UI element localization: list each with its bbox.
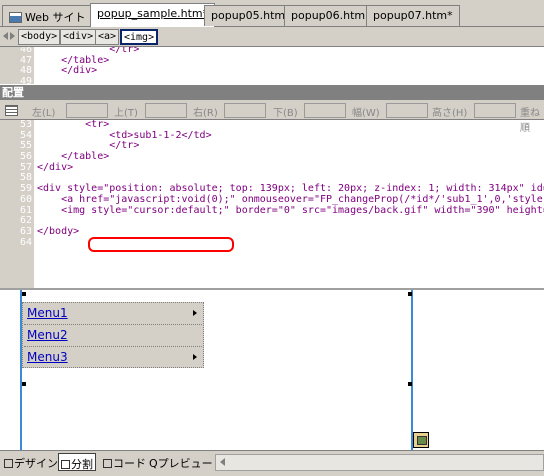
line-number: 64: [19, 236, 32, 248]
tab-popup05[interactable]: popup05.htm: [204, 5, 293, 26]
code-line: <a href="javascript:void(0);" onmouseove…: [37, 193, 544, 205]
tab-popup07[interactable]: popup07.htm*: [366, 5, 460, 26]
code-line: </body>: [37, 225, 80, 237]
menu-item-1[interactable]: Menu1: [27, 306, 68, 320]
menu-divider: [24, 346, 202, 347]
image-placeholder-icon[interactable]: [413, 432, 429, 448]
horizontal-scrollbar[interactable]: [215, 454, 544, 471]
magnifier-icon: Q: [149, 457, 158, 470]
tab-web-site[interactable]: Web サイト: [2, 5, 93, 26]
line-number: 53: [19, 118, 32, 130]
position-toolbar: 配置 左(L) 上(T) 右(R) 下(B) 幅(W) 高さ(H) 重ね順: [0, 84, 544, 134]
tag-div[interactable]: <div>: [60, 29, 97, 45]
label-right: 右(R): [193, 108, 218, 119]
document-tab-bar: Web サイト popup_sample.htm* popup05.htm po…: [0, 0, 544, 27]
menu-item-3[interactable]: Menu3: [27, 350, 68, 364]
label-bottom: 下(B): [273, 108, 298, 119]
tag-body[interactable]: <body>: [18, 29, 61, 45]
label-zindex: 重ね順: [520, 108, 540, 134]
toolbar-title: 配置: [0, 85, 544, 100]
line-number: 63: [19, 225, 32, 237]
tab-popup06[interactable]: popup06.htm: [284, 5, 373, 26]
resize-handle[interactable]: [408, 292, 412, 296]
layer-guide-right: [411, 290, 413, 450]
tab-popup-sample[interactable]: popup_sample.htm*: [90, 3, 216, 27]
submenu-arrow-icon: [193, 354, 197, 360]
scroll-left-icon[interactable]: [220, 458, 225, 466]
code-line: </div>: [37, 65, 98, 77]
submenu-arrow-icon: [193, 310, 197, 316]
view-switcher-bar: デザイン 分割 コード Qプレビュー: [0, 450, 544, 476]
code-line: <img style="cursor:default;" border="0" …: [37, 204, 544, 216]
design-icon: [4, 459, 13, 468]
scroll-left-icon[interactable]: [3, 32, 8, 40]
label-height: 高さ(H): [432, 108, 468, 119]
website-icon: [9, 12, 22, 23]
quick-tag-selector: <body> <div> <a> <img>: [0, 27, 544, 47]
line-number: 60: [19, 193, 32, 205]
menu-divider: [24, 324, 202, 325]
top-field[interactable]: [145, 103, 187, 118]
label-width: 幅(W): [352, 108, 380, 119]
resize-handle[interactable]: [22, 382, 26, 386]
code-icon: [103, 459, 112, 468]
split-icon: [61, 460, 70, 469]
split-view-button[interactable]: 分割: [58, 453, 96, 471]
highlight-circle: [88, 237, 234, 252]
code-line: <tr>: [37, 118, 110, 130]
design-view-button[interactable]: デザイン: [2, 453, 60, 471]
bottom-field[interactable]: [304, 103, 346, 118]
popup-menu-layer[interactable]: Menu1 Menu2 Menu3: [22, 302, 204, 368]
menu-item-2[interactable]: Menu2: [27, 328, 68, 342]
tag-img[interactable]: <img>: [120, 29, 159, 45]
label-top: 上(T): [114, 108, 138, 119]
resize-handle[interactable]: [408, 382, 412, 386]
width-field[interactable]: [386, 103, 428, 118]
code-line: </div>: [37, 161, 74, 173]
label-left: 左(L): [32, 108, 56, 119]
resize-handle[interactable]: [22, 292, 26, 296]
code-view-button[interactable]: コード: [101, 453, 148, 471]
left-field[interactable]: [66, 103, 108, 118]
design-view[interactable]: Menu1 Menu2 Menu3: [0, 288, 544, 450]
right-field[interactable]: [224, 103, 266, 118]
preview-button[interactable]: Qプレビュー: [147, 453, 215, 471]
height-field[interactable]: [474, 103, 516, 118]
scroll-right-icon[interactable]: [10, 32, 15, 40]
position-icon: [5, 105, 18, 116]
tag-a[interactable]: <a>: [95, 29, 120, 45]
